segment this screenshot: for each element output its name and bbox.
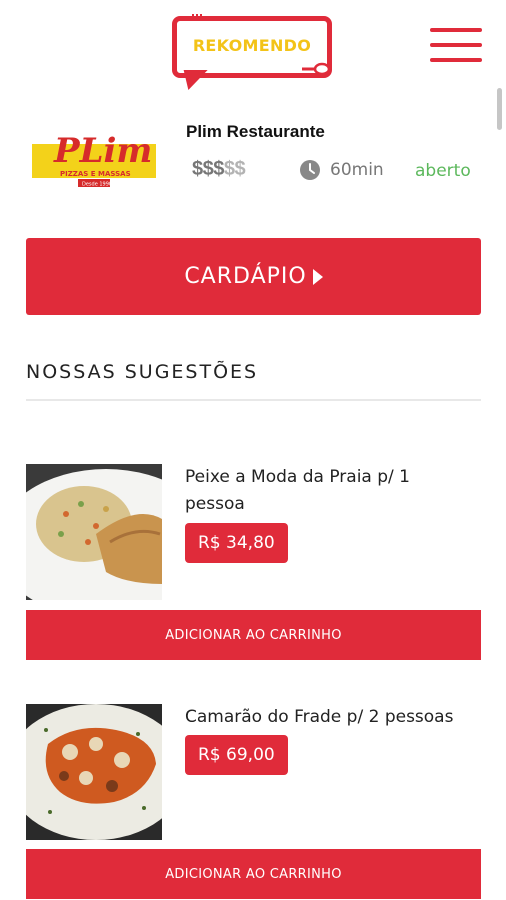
restaurant-name: Plim Restaurante — [186, 122, 325, 141]
price-level-active: $$$ — [192, 158, 224, 180]
cardapio-button[interactable]: CARDÁPIO — [26, 238, 481, 315]
product-name[interactable]: Camarão do Frade p/ 2 pessoas — [185, 704, 475, 731]
delivery-time-text: 60min — [330, 160, 384, 180]
add-to-cart-button[interactable]: ADICIONAR AO CARRINHO — [26, 849, 481, 899]
rekomendo-logo[interactable]: REKOMENDO — [170, 10, 338, 94]
section-title: NOSSAS SUGESTÕES — [26, 361, 259, 383]
price-level-inactive: $$ — [223, 158, 246, 180]
price-level: $$$$$ — [192, 158, 246, 181]
product-price: R$ 34,80 — [185, 523, 288, 563]
cardapio-label: CARDÁPIO — [184, 264, 307, 289]
svg-text:PLim: PLim — [53, 131, 152, 171]
open-status: aberto — [415, 161, 471, 181]
restaurant-logo: PLim PIZZAS E MASSAS Desde 1990 — [32, 131, 156, 188]
logo-text: REKOMENDO — [192, 36, 312, 55]
spoon-icon — [302, 62, 330, 76]
clock-icon — [300, 160, 320, 180]
add-to-cart-button[interactable]: ADICIONAR AO CARRINHO — [26, 610, 481, 660]
svg-text:PIZZAS E MASSAS: PIZZAS E MASSAS — [60, 170, 131, 178]
app-header: REKOMENDO — [0, 0, 506, 100]
product-image[interactable] — [26, 704, 162, 840]
product-name[interactable]: Peixe a Moda da Praia p/ 1 pessoa — [185, 464, 475, 518]
section-divider — [26, 399, 481, 401]
scrollbar-thumb[interactable] — [497, 88, 502, 130]
play-arrow-icon — [312, 268, 323, 285]
svg-text:Desde 1990: Desde 1990 — [82, 182, 112, 188]
product-price: R$ 69,00 — [185, 735, 288, 775]
delivery-time: 60min — [300, 160, 384, 180]
product-image[interactable] — [26, 464, 162, 600]
hamburger-menu-button[interactable] — [430, 28, 482, 68]
hamburger-icon — [430, 28, 482, 32]
